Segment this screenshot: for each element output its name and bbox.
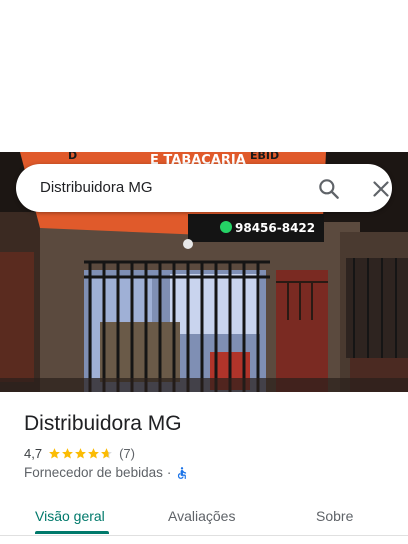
star-icon (75, 447, 86, 458)
search-query-text[interactable]: Distribuidora MG (40, 179, 153, 196)
star-icon (88, 447, 99, 458)
wheelchair-accessible-icon (175, 466, 189, 480)
sign-text-right: EBID (250, 152, 279, 162)
separator-dot: · (166, 465, 172, 480)
place-title: Distribuidora MG (24, 412, 182, 435)
search-icon[interactable] (316, 176, 342, 202)
rating-row[interactable]: 4,7 (7) (24, 444, 135, 462)
map-blank-area (0, 0, 408, 152)
tab-overview[interactable]: Visão geral (35, 508, 105, 524)
whatsapp-icon (220, 221, 232, 233)
category-row: Fornecedor de bebidas · (24, 465, 189, 480)
close-icon[interactable] (368, 176, 394, 202)
star-icon (49, 447, 60, 458)
tab-bar: Visão geral Avaliações Sobre (0, 496, 408, 536)
star-icon (62, 447, 73, 458)
active-tab-indicator (35, 531, 109, 534)
star-icon (101, 447, 112, 458)
search-bar[interactable]: Distribuidora MG (16, 164, 392, 212)
tab-about[interactable]: Sobre (316, 508, 353, 524)
sign-phone: 98456-8422 (235, 221, 315, 235)
sign-text-left: D (68, 152, 77, 162)
place-category: Fornecedor de bebidas (24, 465, 163, 480)
tab-reviews[interactable]: Avaliações (168, 508, 235, 524)
review-count[interactable]: (7) (119, 446, 135, 461)
star-rating (48, 447, 113, 460)
rating-value: 4,7 (24, 445, 43, 461)
place-info-panel: Distribuidora MG 4,7 (7) Fornecedor de b… (0, 392, 408, 544)
